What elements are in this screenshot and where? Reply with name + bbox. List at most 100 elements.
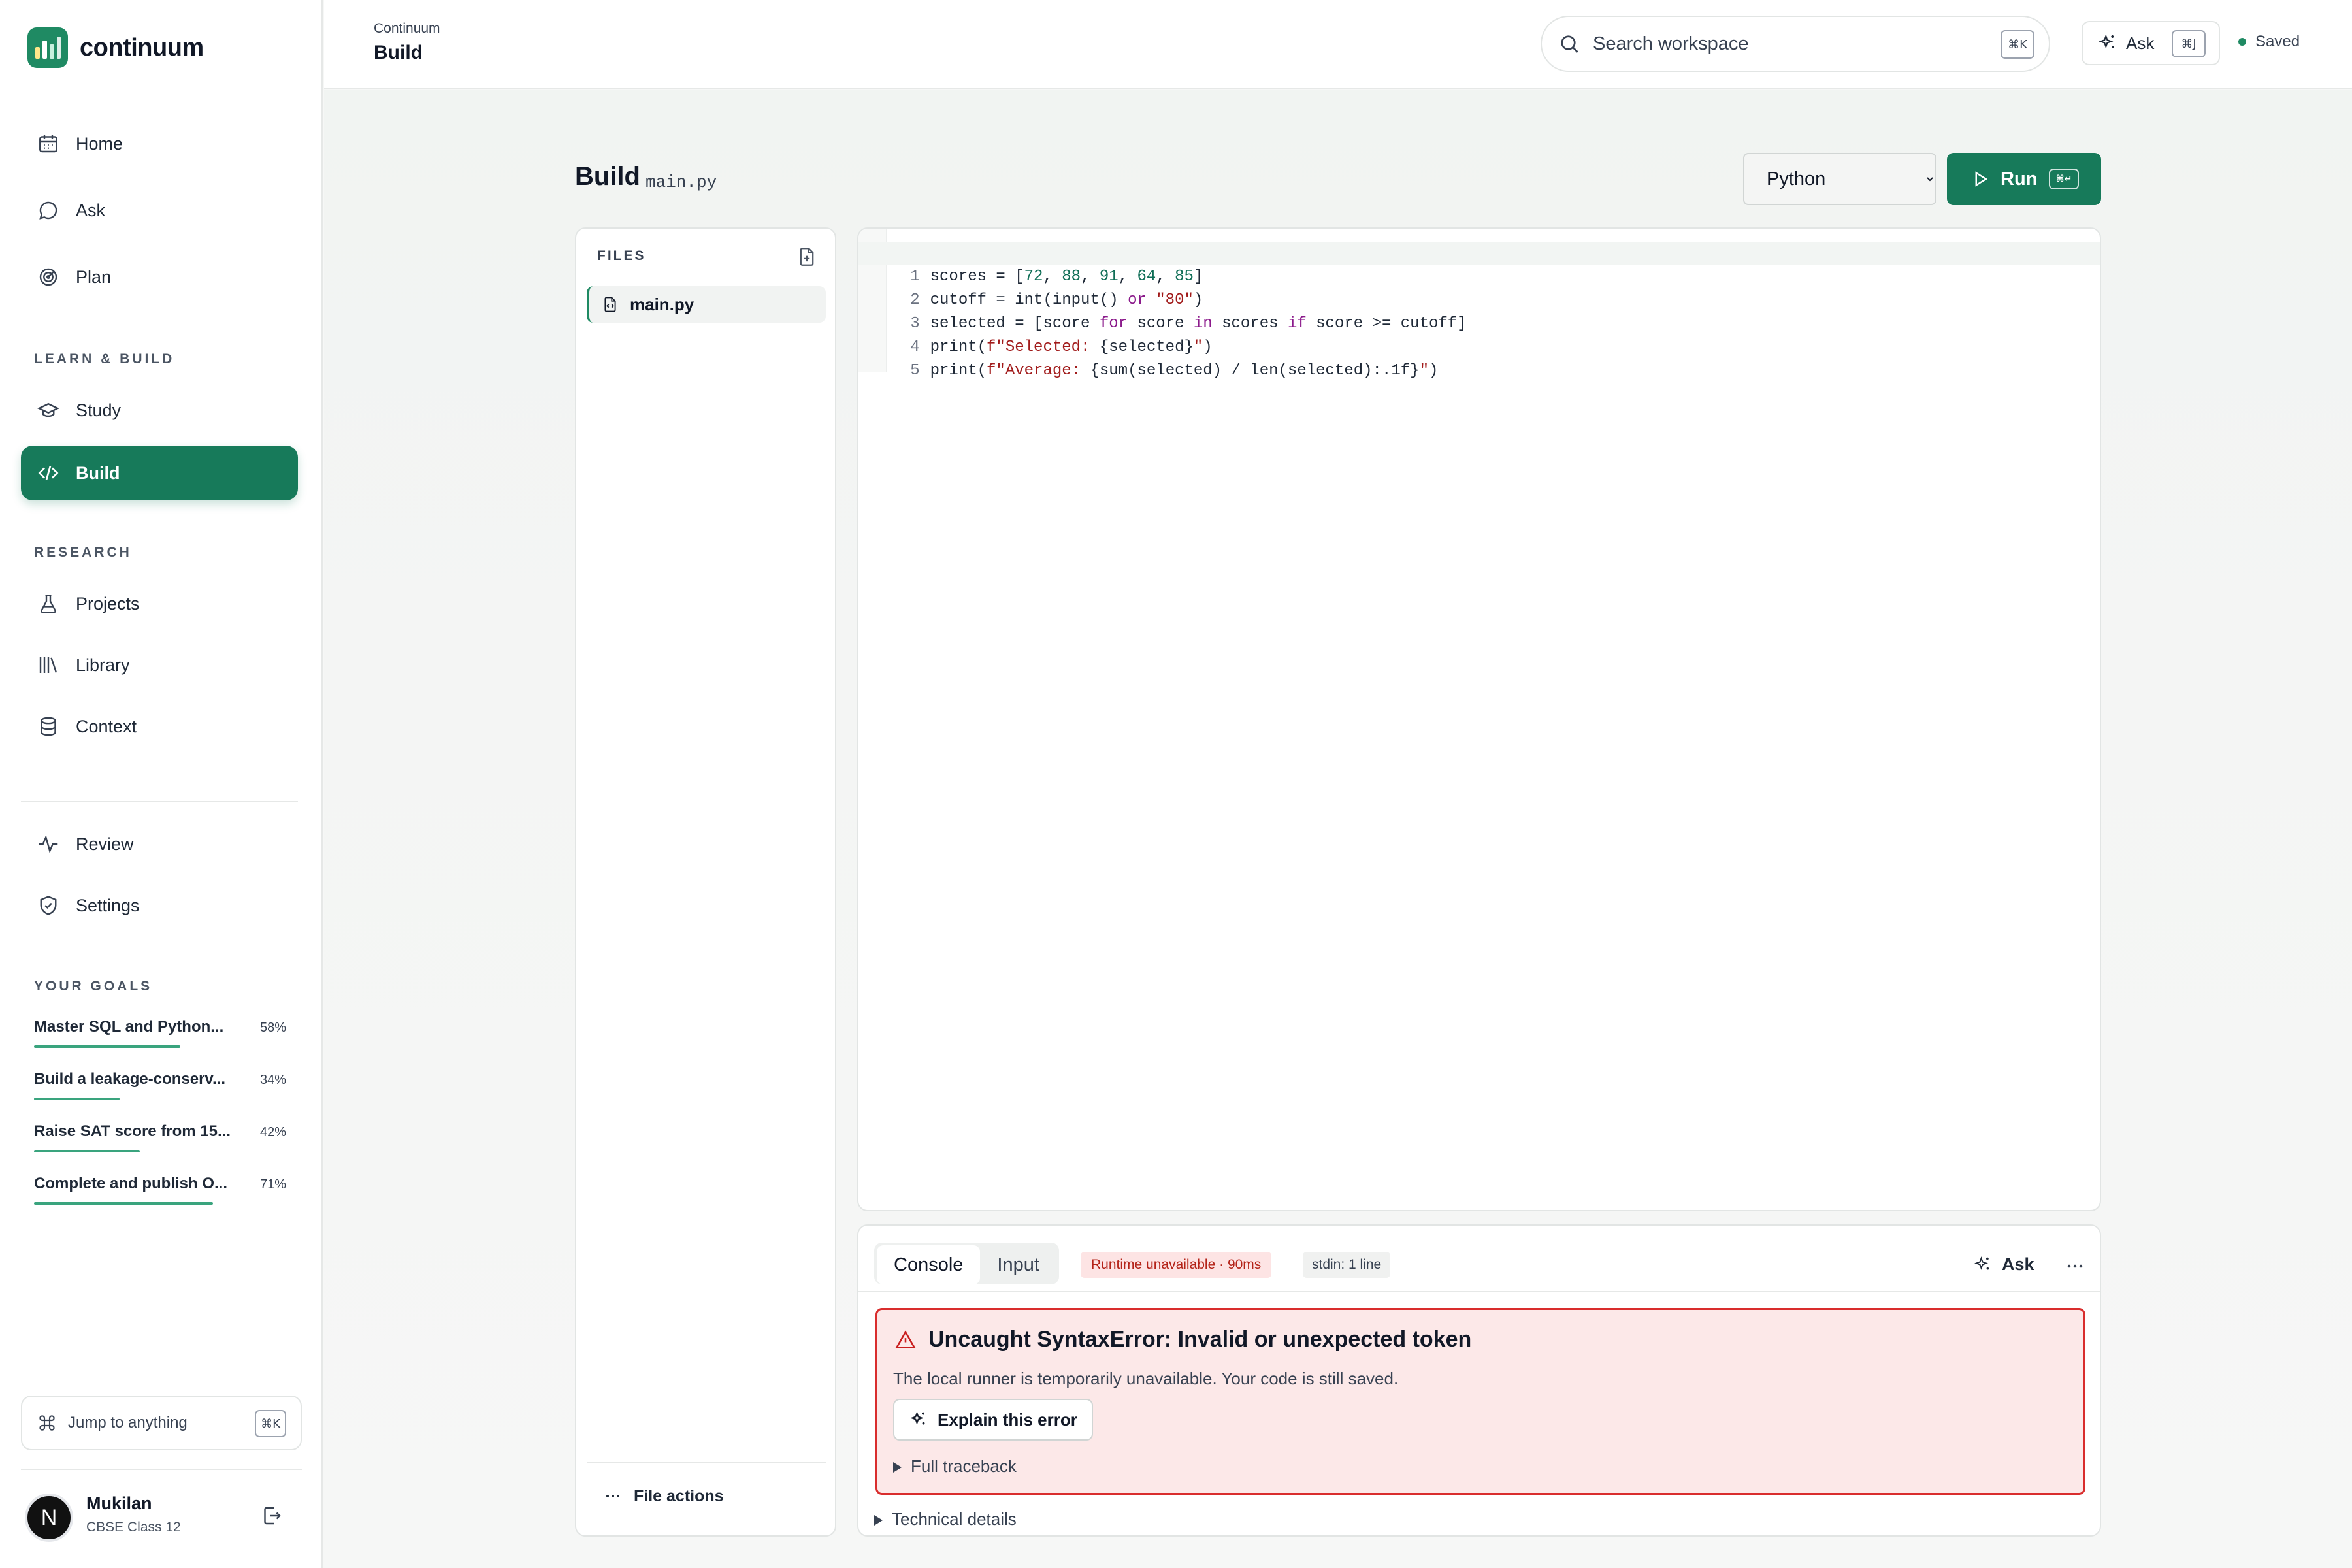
page-filename: main.py — [645, 172, 717, 192]
console-panel: Console Input Runtime unavailable · 90ms… — [857, 1224, 2101, 1537]
goal-item[interactable]: Master SQL and Python... 58% — [34, 1018, 286, 1057]
logo-mark-icon — [27, 27, 68, 68]
sidebar-item-label: Plan — [76, 267, 112, 287]
stdin-badge: stdin: 1 line — [1303, 1252, 1391, 1278]
file-item[interactable]: main.py — [587, 286, 826, 323]
goal-title: Build a leakage-conserv... — [34, 1070, 226, 1088]
explain-error-button[interactable]: Explain this error — [893, 1399, 1093, 1441]
code-line[interactable]: 2 cutoff = int(input() or "80") — [858, 265, 2100, 309]
sidebar-item-review[interactable]: Review — [21, 817, 298, 872]
search-input[interactable]: Search workspace ⌘K — [1541, 16, 2050, 72]
line-number: 5 — [910, 362, 920, 380]
warning-triangle-icon — [894, 1329, 917, 1351]
run-button[interactable]: Run ⌘↵ — [1947, 153, 2101, 205]
books-icon — [37, 653, 60, 677]
tab-console[interactable]: Console — [877, 1245, 981, 1284]
logout-icon[interactable] — [260, 1504, 284, 1527]
page-title: Build — [575, 162, 640, 191]
sidebar-item-context[interactable]: Context — [21, 699, 298, 754]
caret-right-icon — [893, 1462, 902, 1473]
sidebar-item-ask[interactable]: Ask — [21, 183, 298, 238]
sidebar-item-label: Ask — [76, 200, 106, 220]
jump-to-anything-button[interactable]: Jump to anything ⌘K — [21, 1396, 302, 1450]
goal-title: Master SQL and Python... — [34, 1018, 224, 1036]
explain-error-label: Explain this error — [938, 1409, 1077, 1429]
console-ask-button[interactable]: Ask — [1973, 1254, 2034, 1275]
logo[interactable]: continuum — [27, 27, 204, 68]
file-name: main.py — [630, 294, 694, 314]
ask-label: Ask — [2126, 33, 2155, 53]
console-ask-label: Ask — [2002, 1254, 2034, 1274]
goal-progress-track — [34, 1098, 286, 1100]
chat-bubble-icon — [37, 199, 60, 222]
user-name: Mukilan — [86, 1494, 152, 1513]
graduation-cap-icon — [37, 399, 60, 422]
sidebar-item-settings[interactable]: Settings — [21, 878, 298, 933]
activity-icon — [37, 832, 60, 856]
python-file-icon — [601, 295, 619, 314]
avatar[interactable]: N — [25, 1494, 73, 1542]
goal-title: Raise SAT score from 15... — [34, 1122, 231, 1140]
sidebar-item-build[interactable]: Build — [21, 446, 298, 500]
sidebar-item-plan[interactable]: Plan — [21, 250, 298, 304]
sidebar-item-label: Home — [76, 133, 123, 154]
goal-progress-fill — [34, 1202, 214, 1205]
goal-progress-fill — [34, 1045, 180, 1048]
traceback-label: Full traceback — [911, 1456, 1017, 1476]
caret-right-icon — [874, 1515, 883, 1526]
ask-button[interactable]: Ask ⌘J — [2082, 21, 2220, 65]
goal-percent: 71% — [259, 1177, 286, 1192]
sidebar-item-label: Projects — [76, 593, 140, 613]
goal-item[interactable]: Complete and publish O... 71% — [34, 1175, 286, 1214]
sidebar-item-home[interactable]: Home — [21, 116, 298, 171]
run-label: Run — [2001, 168, 2038, 189]
sidebar-item-label: Review — [76, 834, 134, 854]
goal-item[interactable]: Build a leakage-conserv... 34% — [34, 1070, 286, 1109]
sidebar-item-label: Library — [76, 655, 130, 675]
save-status-label: Saved — [2255, 33, 2300, 50]
files-divider — [587, 1462, 826, 1463]
code-line[interactable]: 3 selected = [score for score in scores i… — [858, 289, 2100, 333]
sidebar-item-projects[interactable]: Projects — [21, 576, 298, 631]
error-title: Uncaught SyntaxError: Invalid or unexpec… — [894, 1327, 1471, 1352]
sidebar-item-label: Settings — [76, 895, 140, 915]
file-actions-label: File actions — [634, 1486, 724, 1505]
console-divider — [858, 1291, 2100, 1292]
code-editor[interactable]: 1 scores = [72, 88, 91, 64, 85] 2 cutoff =… — [857, 227, 2101, 1211]
goal-percent: 34% — [259, 1073, 286, 1087]
goal-item[interactable]: Raise SAT score from 15... 42% — [34, 1122, 286, 1162]
database-icon — [37, 715, 60, 738]
top-bar: Continuum Build Search workspace ⌘K Ask … — [324, 0, 2352, 89]
shield-icon — [37, 894, 60, 917]
goal-percent: 42% — [259, 1125, 286, 1139]
sidebar-item-label: Build — [76, 463, 120, 483]
code-line[interactable]: 1 scores = [72, 88, 91, 64, 85] — [858, 242, 2100, 286]
technical-details-toggle[interactable]: Technical details — [874, 1509, 1017, 1529]
more-horizontal-icon[interactable] — [2063, 1254, 2087, 1278]
technical-label: Technical details — [892, 1509, 1017, 1529]
code-line[interactable]: 4 print(f"Selected: {selected}") — [858, 312, 2100, 356]
search-icon — [1558, 32, 1581, 56]
user-subtitle: CBSE Class 12 — [86, 1520, 181, 1535]
file-actions-button[interactable]: File actions — [602, 1486, 724, 1507]
new-file-icon[interactable] — [796, 246, 818, 268]
sidebar-item-label: Context — [76, 716, 137, 736]
code-text: print(f"Average: {sum(selected) / len(se… — [930, 362, 1439, 380]
sidebar-item-study[interactable]: Study — [21, 383, 298, 438]
full-traceback-toggle[interactable]: Full traceback — [893, 1456, 1017, 1477]
shortcut-badge: ⌘K — [255, 1410, 286, 1437]
runtime-status-badge: Runtime unavailable · 90ms — [1081, 1252, 1272, 1278]
shortcut-badge: ⌘K — [2001, 30, 2034, 59]
tab-input[interactable]: Input — [980, 1245, 1056, 1284]
language-select[interactable]: Python — [1743, 153, 1936, 205]
status-dot-icon — [2238, 38, 2246, 46]
section-label-goals: YOUR GOALS — [34, 979, 153, 994]
search-placeholder: Search workspace — [1593, 33, 1749, 54]
sidebar-item-library[interactable]: Library — [21, 638, 298, 693]
user-divider — [21, 1469, 302, 1470]
files-panel: FILES main.py File actions — [575, 227, 836, 1537]
sidebar-divider — [21, 801, 298, 802]
shortcut-badge: ⌘J — [2172, 30, 2206, 57]
code-line[interactable]: 5 print(f"Average: {sum(selected) / len(s… — [858, 336, 2100, 380]
breadcrumb[interactable]: Continuum — [374, 21, 440, 37]
